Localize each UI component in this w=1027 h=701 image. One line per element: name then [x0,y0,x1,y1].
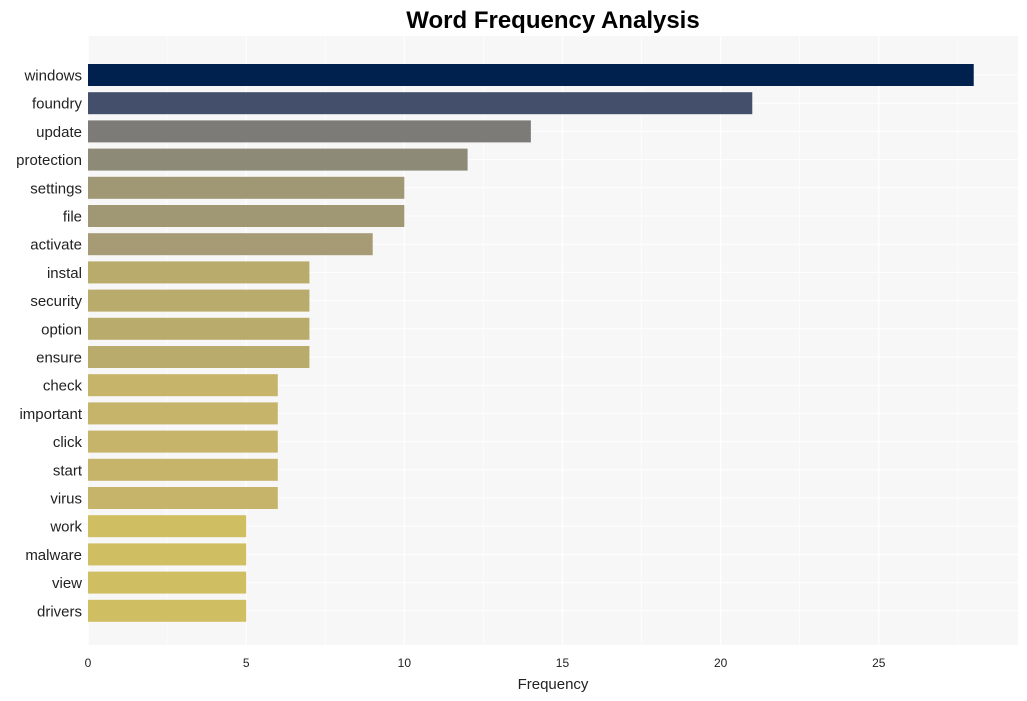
bar-important [88,402,278,425]
bar-security [88,289,310,312]
y-axis-labels: windows foundry update protection settings fi… [16,68,83,621]
chart-title: Word Frequency Analysis [406,7,699,34]
bar-work [88,515,247,538]
x-tick-label: 20 [714,656,728,670]
y-tick-label: click [53,434,83,451]
bar-activate [88,233,373,256]
x-tick-label: 5 [243,656,250,670]
y-tick-label: windows [23,68,82,85]
bar-malware [88,543,247,566]
bar-ensure [88,346,310,368]
bar-settings [88,176,405,199]
y-tick-label: update [36,124,82,141]
y-tick-label: protection [16,152,82,169]
y-tick-label: malware [25,547,82,564]
x-tick-label: 15 [556,656,570,670]
bar-windows [88,64,974,86]
y-tick-label: foundry [32,96,83,113]
y-tick-label: drivers [37,603,82,620]
bar-file [88,205,405,227]
y-tick-label: start [53,462,83,479]
y-tick-label: option [41,321,82,338]
y-tick-label: ensure [36,350,82,367]
bar-protection [88,148,468,171]
y-tick-label: file [63,209,82,226]
bar-instal [88,261,310,284]
y-tick-label: virus [50,491,82,508]
x-tick-label: 0 [85,656,92,670]
bar-start [88,458,278,481]
bar-chart: Word Frequency Analysis windows foundry up… [16,7,1018,693]
bar-click [88,430,278,453]
y-tick-label: instal [47,265,82,282]
bar-virus [88,487,278,509]
y-tick-label: view [52,575,82,592]
x-axis-label: Frequency [518,676,589,693]
bar-foundry [88,92,753,115]
bar-option [88,317,310,340]
y-tick-label: important [19,406,82,423]
y-tick-label: settings [30,180,82,197]
y-tick-label: work [49,519,82,536]
y-tick-label: security [30,293,82,310]
x-tick-label: 10 [398,656,412,670]
bar-view [88,571,247,594]
y-tick-label: activate [30,237,82,254]
y-tick-label: check [43,378,83,395]
x-axis-ticks: 0 5 10 15 20 25 [85,656,886,670]
x-tick-label: 25 [872,656,886,670]
bar-update [88,120,531,143]
bar-check [88,374,278,397]
bar-drivers [88,599,247,622]
